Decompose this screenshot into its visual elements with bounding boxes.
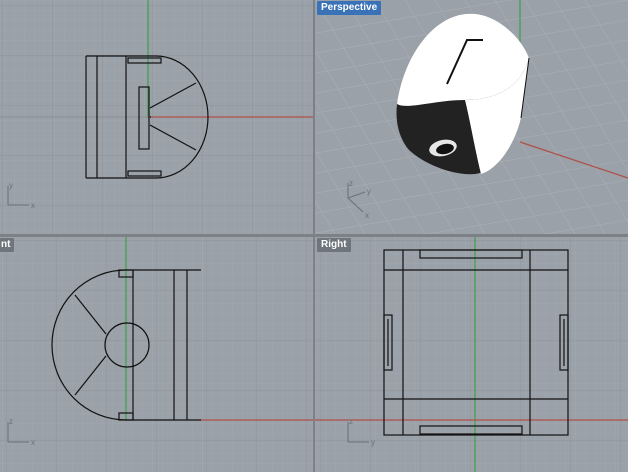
viewport-perspective[interactable]: z x y Perspective [315, 0, 628, 234]
viewport-title-front[interactable]: nt [0, 238, 15, 252]
viewport-top[interactable]: y x [0, 0, 313, 234]
front-viewport-canvas[interactable]: z x [0, 237, 313, 472]
viewport-front[interactable]: z x nt [0, 237, 313, 472]
z-axis-label: z [349, 417, 353, 426]
y-axis-label: y [9, 181, 13, 190]
x-axis-label: x [31, 438, 35, 447]
horizontal-divider[interactable] [0, 234, 628, 237]
y-axis-label: y [371, 438, 375, 447]
rhino-four-view-layout: y x z x y Perspective z x nt z y Right [0, 0, 628, 472]
z-axis-label: z [349, 179, 353, 188]
viewport-title-perspective[interactable]: Perspective [317, 1, 382, 15]
perspective-viewport-canvas[interactable]: z x y [315, 0, 628, 234]
viewport-title-right[interactable]: Right [317, 238, 351, 252]
y-axis-label: y [367, 187, 371, 196]
top-viewport-canvas[interactable]: y x [0, 0, 313, 234]
z-axis-label: z [9, 417, 13, 426]
viewport-right[interactable]: z y Right [315, 237, 628, 472]
x-axis-label: x [365, 211, 369, 220]
right-viewport-canvas[interactable]: z y [315, 237, 628, 472]
x-axis-label: x [31, 201, 35, 210]
